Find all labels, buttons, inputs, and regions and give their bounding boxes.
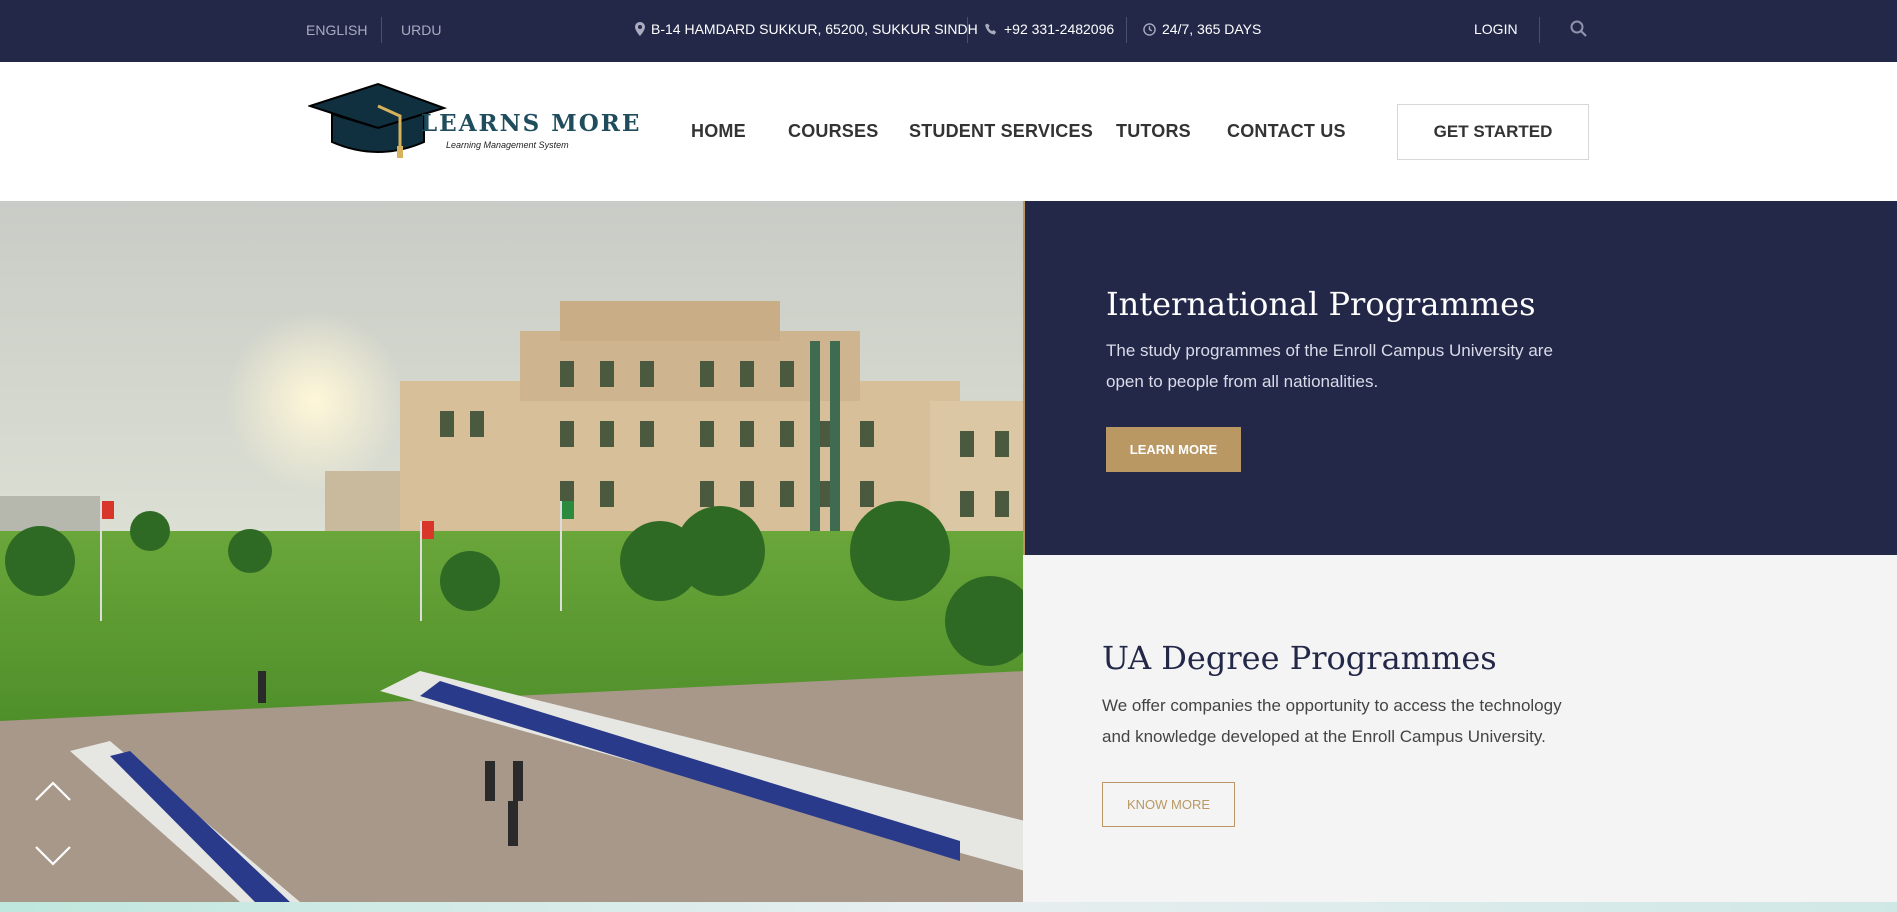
nav-student-services[interactable]: STUDENT SERVICES <box>909 121 1093 142</box>
divider <box>381 17 382 43</box>
learn-more-button[interactable]: LEARN MORE <box>1106 427 1241 472</box>
hours-info: 24/7, 365 DAYS <box>1143 21 1261 37</box>
lang-english-link[interactable]: ENGLISH <box>306 22 367 38</box>
nav-contact[interactable]: CONTACT US <box>1227 121 1346 142</box>
logo-tagline: Learning Management System <box>446 140 569 150</box>
get-started-button[interactable]: GET STARTED <box>1397 104 1589 160</box>
bottom-strip <box>0 902 1897 912</box>
degree-text: We offer companies the opportunity to ac… <box>1102 696 1562 746</box>
logo-name: LEARNS MORE <box>421 110 642 137</box>
login-link[interactable]: LOGIN <box>1474 21 1518 37</box>
chevron-up-icon[interactable] <box>34 780 72 802</box>
clock-icon <box>1143 22 1156 36</box>
chevron-down-icon[interactable] <box>34 845 72 867</box>
lang-urdu-link[interactable]: URDU <box>401 22 441 38</box>
nav-tutors[interactable]: TUTORS <box>1116 121 1191 142</box>
phone-text[interactable]: +92 331-2482096 <box>1004 21 1114 37</box>
hours-text: 24/7, 365 DAYS <box>1162 21 1262 37</box>
international-text: The study programmes of the Enroll Campu… <box>1106 341 1553 391</box>
search-icon <box>1570 20 1587 37</box>
know-more-button[interactable]: KNOW MORE <box>1102 782 1235 827</box>
international-title: International Programmes <box>1106 285 1536 323</box>
address-text: B-14 HAMDARD SUKKUR, 65200, SUKKUR SINDH <box>651 21 978 37</box>
nav-home[interactable]: HOME <box>691 121 746 142</box>
divider <box>967 17 968 43</box>
search-button[interactable] <box>1570 20 1587 42</box>
degree-title: UA Degree Programmes <box>1102 639 1497 677</box>
phone-icon <box>985 23 996 34</box>
nav-courses[interactable]: COURSES <box>788 121 878 142</box>
divider <box>1539 17 1540 43</box>
campus-hero-image <box>0 201 1025 902</box>
divider <box>1126 17 1127 43</box>
top-bar: ENGLISH URDU B-14 HAMDARD SUKKUR, 65200,… <box>0 0 1897 62</box>
map-pin-icon <box>635 22 645 36</box>
address-info: B-14 HAMDARD SUKKUR, 65200, SUKKUR SINDH <box>635 21 978 37</box>
phone-info: +92 331-2482096 <box>985 21 1114 37</box>
